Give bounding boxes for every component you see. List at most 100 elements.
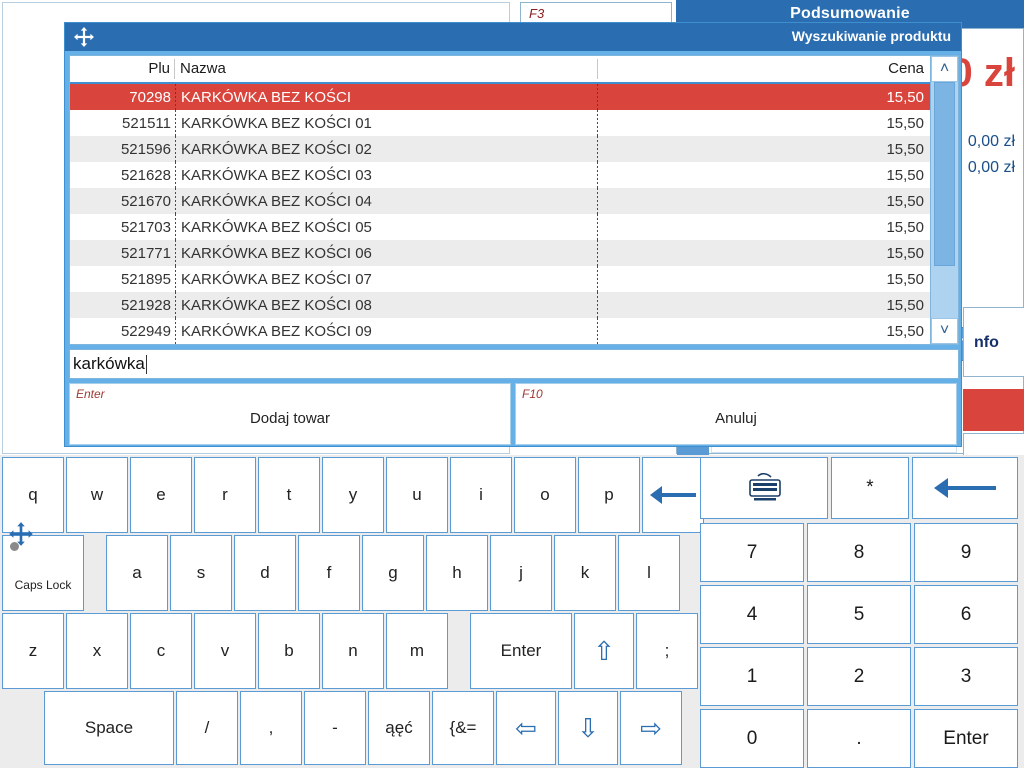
key-z[interactable]: z xyxy=(2,613,64,689)
cell-nazwa: KARKÓWKA BEZ KOŚCI 03 xyxy=(181,166,372,184)
key-m[interactable]: m xyxy=(386,613,448,689)
add-product-button[interactable]: Enter Dodaj towar xyxy=(69,383,511,445)
key-a[interactable]: a xyxy=(106,535,168,611)
table-row[interactable]: 521771 KARKÓWKA BEZ KOŚCI 06 15,50 xyxy=(70,240,930,266)
key-f[interactable]: f xyxy=(298,535,360,611)
column-header-plu[interactable]: Plu xyxy=(148,60,170,77)
key-polish-chars[interactable]: ąęć xyxy=(368,691,430,765)
key-x[interactable]: x xyxy=(66,613,128,689)
table-row[interactable]: 521670 KARKÓWKA BEZ KOŚCI 04 15,50 xyxy=(70,188,930,214)
key-h[interactable]: h xyxy=(426,535,488,611)
key-y[interactable]: y xyxy=(322,457,384,533)
key-o[interactable]: o xyxy=(514,457,576,533)
subtotal-amount-1: 0,00 zł xyxy=(967,133,1015,150)
cell-nazwa: KARKÓWKA BEZ KOŚCI 05 xyxy=(181,218,372,236)
asterisk-key[interactable]: * xyxy=(831,457,909,519)
key-v[interactable]: v xyxy=(194,613,256,689)
arrow-left-icon[interactable]: ⇦ xyxy=(496,691,556,765)
numpad-backspace-key[interactable] xyxy=(912,457,1018,519)
move-arrows-icon[interactable] xyxy=(73,26,95,48)
scrollbar-track[interactable] xyxy=(931,82,958,318)
f3-hotkey-label: F3 xyxy=(529,6,545,21)
cell-nazwa: KARKÓWKA BEZ KOŚCI 01 xyxy=(181,114,372,132)
table-row[interactable]: 521895 KARKÓWKA BEZ KOŚCI 07 15,50 xyxy=(70,266,930,292)
cell-cena: 15,50 xyxy=(886,140,924,158)
search-input-value: karkówka xyxy=(73,354,145,373)
key-2[interactable]: 2 xyxy=(807,647,911,706)
search-input[interactable]: karkówka xyxy=(69,349,959,379)
list-scrollbar[interactable]: ˄ ˅ xyxy=(930,56,958,344)
cell-cena: 15,50 xyxy=(886,166,924,184)
key-3[interactable]: 3 xyxy=(914,647,1018,706)
key-6[interactable]: 6 xyxy=(914,585,1018,644)
key-p[interactable]: p xyxy=(578,457,640,533)
table-row[interactable]: 521596 KARKÓWKA BEZ KOŚCI 02 15,50 xyxy=(70,136,930,162)
key-j[interactable]: j xyxy=(490,535,552,611)
key-n[interactable]: n xyxy=(322,613,384,689)
key-w[interactable]: w xyxy=(66,457,128,533)
key-k[interactable]: k xyxy=(554,535,616,611)
info-box[interactable]: nfo xyxy=(963,307,1024,377)
key-c[interactable]: c xyxy=(130,613,192,689)
cell-nazwa: KARKÓWKA BEZ KOŚCI 09 xyxy=(181,322,372,340)
key-u[interactable]: u xyxy=(386,457,448,533)
key-decimal[interactable]: . xyxy=(807,709,911,768)
key-g[interactable]: g xyxy=(362,535,424,611)
scrollbar-thumb[interactable] xyxy=(934,82,955,267)
column-header-nazwa[interactable]: Nazwa xyxy=(180,60,226,77)
key-7[interactable]: 7 xyxy=(700,523,804,582)
key-r[interactable]: r xyxy=(194,457,256,533)
key-symbols[interactable]: {&= xyxy=(432,691,494,765)
key-slash[interactable]: / xyxy=(176,691,238,765)
key-8[interactable]: 8 xyxy=(807,523,911,582)
cell-plu: 521771 xyxy=(120,244,171,262)
dialog-body: Plu Nazwa Cena 70298 KARKÓWKA BEZ KOŚCI 15… xyxy=(65,51,961,449)
add-product-hotkey: Enter xyxy=(76,387,105,401)
backspace-key[interactable] xyxy=(642,457,704,533)
table-row[interactable]: 521628 KARKÓWKA BEZ KOŚCI 03 15,50 xyxy=(70,162,930,188)
keyboard-row-3: z x c v b n m Enter ⇧; xyxy=(2,613,698,689)
table-row[interactable]: 521511 KARKÓWKA BEZ KOŚCI 01 15,50 xyxy=(70,110,930,136)
table-row[interactable]: 522949 KARKÓWKA BEZ KOŚCI 09 15,50 xyxy=(70,318,930,344)
on-screen-keyboard: qwertyuiop Caps Lock a s d f g h j k l z x c v b n m Ent… xyxy=(0,455,1024,768)
key-0[interactable]: 0 xyxy=(700,709,804,768)
key-t[interactable]: t xyxy=(258,457,320,533)
keyboard-move-cell xyxy=(2,691,42,765)
keyboard-move-arrows-icon[interactable] xyxy=(8,521,34,547)
key-semicolon[interactable]: ; xyxy=(636,613,698,689)
space-key[interactable]: Space xyxy=(44,691,174,765)
cell-cena: 15,50 xyxy=(886,270,924,288)
enter-key[interactable]: Enter xyxy=(470,613,572,689)
cell-plu: 521628 xyxy=(120,166,171,184)
table-row[interactable]: 70298 KARKÓWKA BEZ KOŚCI 15,50 xyxy=(70,84,930,110)
key-l[interactable]: l xyxy=(618,535,680,611)
key-4[interactable]: 4 xyxy=(700,585,804,644)
key-dash[interactable]: - xyxy=(304,691,366,765)
cancel-red-button[interactable] xyxy=(963,389,1024,431)
key-i[interactable]: i xyxy=(450,457,512,533)
cell-plu: 521670 xyxy=(120,192,171,210)
shift-up-icon[interactable]: ⇧ xyxy=(574,613,634,689)
arrow-right-icon[interactable]: ⇨ xyxy=(620,691,682,765)
key-5[interactable]: 5 xyxy=(807,585,911,644)
numpad-enter-key[interactable]: Enter xyxy=(914,709,1018,768)
arrow-down-icon[interactable]: ⇩ xyxy=(558,691,618,765)
key-b[interactable]: b xyxy=(258,613,320,689)
scroll-up-button[interactable]: ˄ xyxy=(931,56,958,82)
keyboard-icon[interactable] xyxy=(700,457,828,519)
column-header-cena[interactable]: Cena xyxy=(888,60,924,77)
table-row[interactable]: 521928 KARKÓWKA BEZ KOŚCI 08 15,50 xyxy=(70,292,930,318)
key-e[interactable]: e xyxy=(130,457,192,533)
key-s[interactable]: s xyxy=(170,535,232,611)
key-9[interactable]: 9 xyxy=(914,523,1018,582)
key-comma[interactable]: , xyxy=(240,691,302,765)
key-1[interactable]: 1 xyxy=(700,647,804,706)
cell-cena: 15,50 xyxy=(886,244,924,262)
keyboard-row-4: Space /, - ąęć {&= ⇦ ⇩ ⇨ xyxy=(2,691,682,765)
dialog-titlebar[interactable]: Wyszukiwanie produktu xyxy=(65,23,961,51)
cell-cena: 15,50 xyxy=(886,296,924,314)
table-row[interactable]: 521703 KARKÓWKA BEZ KOŚCI 05 15,50 xyxy=(70,214,930,240)
scroll-down-button[interactable]: ˅ xyxy=(931,318,958,344)
key-d[interactable]: d xyxy=(234,535,296,611)
cancel-button[interactable]: F10 Anuluj xyxy=(515,383,957,445)
